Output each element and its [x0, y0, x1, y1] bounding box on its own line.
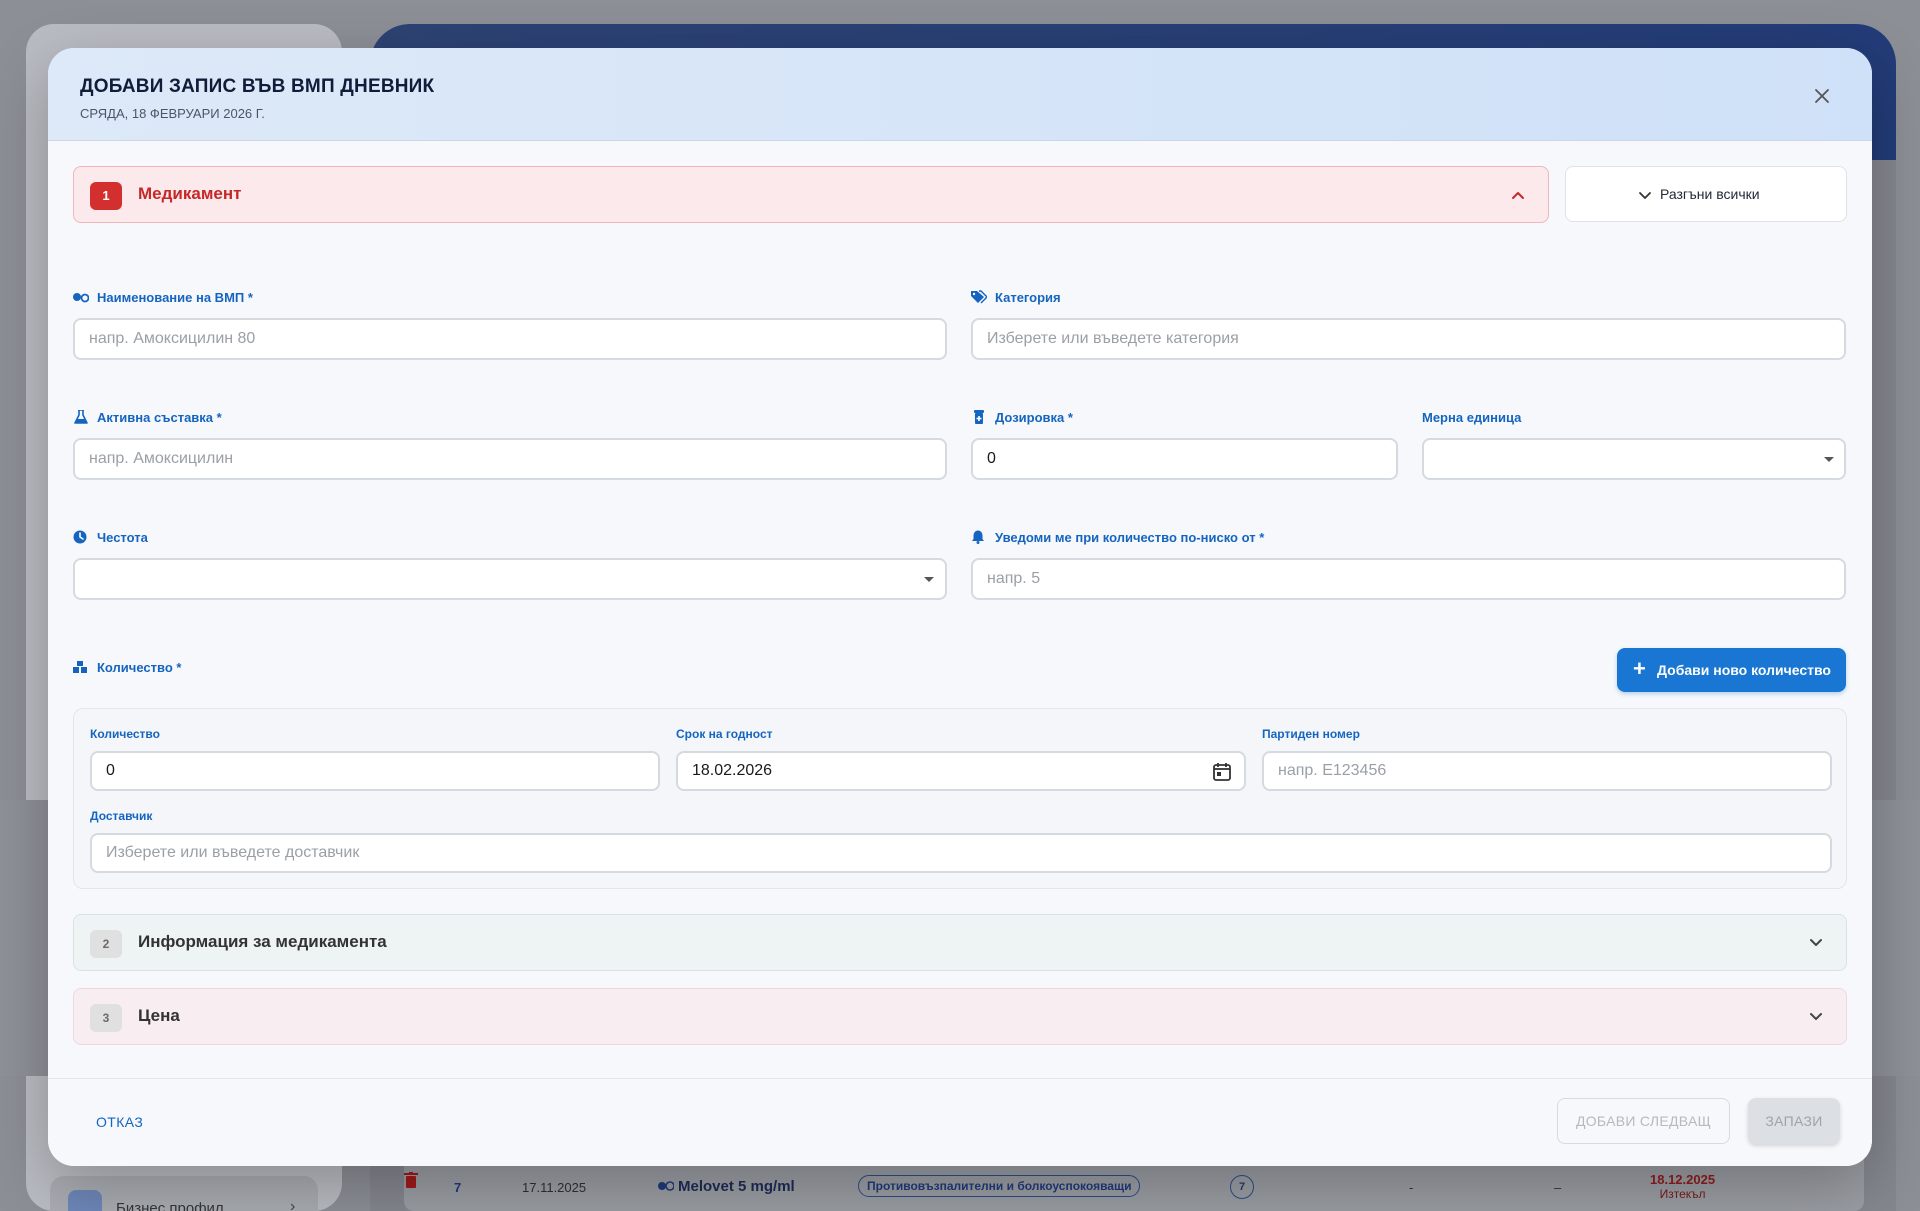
add-next-button[interactable]: ДОБАВИ СЛЕДВАЩ	[1557, 1098, 1730, 1144]
dosage-input[interactable]	[971, 438, 1398, 480]
dosage-label-text: Дозировка *	[995, 410, 1073, 425]
category-label-text: Категория	[995, 290, 1061, 305]
row-count-badge: 7	[1230, 1175, 1254, 1199]
business-profile-icon	[68, 1190, 102, 1211]
quantity-entry-panel: Количество Срок на годност Партиден номе…	[73, 708, 1847, 889]
unit-field-label: Мерна единица	[1422, 410, 1522, 425]
modal-header: ДОБАВИ ЗАПИС ВЪВ ВМП ДНЕВНИК СРЯДА, 18 Ф…	[48, 48, 1872, 141]
expand-all-button[interactable]: Разгъни всички	[1565, 166, 1847, 222]
modal-title: ДОБАВИ ЗАПИС ВЪВ ВМП ДНЕВНИК	[80, 76, 435, 97]
notify-field-label: Уведоми ме при количество по-ниско от *	[971, 530, 1264, 545]
trash-icon	[404, 1172, 418, 1188]
row-name: Melovet 5 mg/ml	[658, 1178, 795, 1195]
dosage-field-label: Дозировка *	[971, 410, 1073, 425]
chevron-up-icon	[1512, 192, 1524, 199]
section-medicament-header[interactable]: 1 Медикамент	[73, 166, 1549, 223]
quantity-sub-label: Количество	[90, 727, 160, 741]
section-price-header[interactable]: 3 Цена	[73, 988, 1847, 1045]
frequency-field-label: Честота	[73, 530, 148, 545]
pill-icon	[658, 1181, 675, 1191]
close-icon[interactable]	[1812, 86, 1832, 106]
save-button[interactable]: ЗАПАЗИ	[1748, 1098, 1840, 1144]
add-record-modal: ДОБАВИ ЗАПИС ВЪВ ВМП ДНЕВНИК СРЯДА, 18 Ф…	[48, 48, 1872, 1166]
flask-icon	[74, 410, 88, 424]
bell-icon	[972, 530, 984, 544]
row-expiry-date: 18.12.2025	[1650, 1172, 1716, 1187]
section-number: 3	[90, 1004, 122, 1032]
chevron-down-icon	[1639, 192, 1651, 199]
row-expiry-status: Изтекъл	[1659, 1187, 1706, 1201]
expiry-date-input[interactable]	[676, 751, 1246, 791]
modal-subtitle: СРЯДА, 18 ФЕВРУАРИ 2026 Г.	[80, 106, 265, 121]
section-number: 2	[90, 930, 122, 958]
row-name-text: Melovet 5 mg/ml	[678, 1178, 795, 1195]
dropdown-arrow-icon	[1824, 457, 1834, 462]
section-medicament-info-header[interactable]: 2 Информация за медикамента	[73, 914, 1847, 971]
add-quantity-button[interactable]: + Добави ново количество	[1617, 648, 1846, 692]
batch-sub-label: Партиден номер	[1262, 727, 1360, 741]
notify-threshold-input[interactable]	[971, 558, 1846, 600]
frequency-select[interactable]	[73, 558, 947, 600]
active-ingredient-input[interactable]	[73, 438, 947, 480]
category-field-label: Категория	[971, 290, 1061, 305]
add-quantity-label: Добави ново количество	[1657, 662, 1831, 678]
active-ingredient-field-label: Активна съставка *	[73, 410, 222, 425]
supplier-sub-label: Доставчик	[90, 809, 153, 823]
row-number: 7	[454, 1180, 462, 1195]
boxes-icon	[73, 661, 87, 673]
quantity-input[interactable]	[90, 751, 660, 791]
batch-number-input[interactable]	[1262, 751, 1832, 791]
frequency-label-text: Честота	[97, 530, 148, 545]
supplier-input[interactable]	[90, 833, 1832, 873]
tags-icon	[971, 290, 987, 304]
expiry-sub-label: Срок на годност	[676, 727, 773, 741]
chevron-right-icon: ›	[290, 1198, 296, 1211]
chevron-down-icon	[1810, 939, 1822, 946]
quantity-label-text: Количество *	[97, 660, 182, 675]
row-date: 17.11.2025	[522, 1180, 587, 1195]
pills-icon	[73, 293, 89, 303]
category-input[interactable]	[971, 318, 1846, 360]
row-expiry: 18.12.2025 Изтекъл	[1650, 1172, 1715, 1201]
section-label: Информация за медикамента	[138, 932, 387, 951]
name-input[interactable]	[73, 318, 947, 360]
unit-select[interactable]	[1422, 438, 1846, 480]
clock-icon	[73, 530, 87, 544]
section-label: Цена	[138, 1006, 180, 1025]
section-number: 1	[90, 182, 122, 210]
name-field-label: Наименование на ВМП *	[73, 290, 253, 305]
name-label-text: Наименование на ВМП *	[97, 290, 253, 305]
row-category-badge: Противовъзпалителни и болкоуспокояващи	[858, 1175, 1141, 1197]
business-profile-label: Бизнес профил	[116, 1200, 224, 1211]
prescription-bottle-icon	[974, 410, 984, 424]
dropdown-arrow-icon	[924, 577, 934, 582]
plus-icon: +	[1633, 656, 1646, 681]
expand-all-label: Разгъни всички	[1660, 186, 1760, 202]
cancel-button[interactable]: ОТКАЗ	[96, 1114, 143, 1130]
section-label: Медикамент	[138, 184, 242, 203]
quantity-section-label: Количество *	[73, 660, 181, 675]
chevron-down-icon	[1810, 1013, 1822, 1020]
calendar-icon[interactable]	[1212, 762, 1232, 782]
table-row: 7 17.11.2025 Melovet 5 mg/ml Противовъзп…	[404, 1172, 1864, 1202]
active-ingredient-label-text: Активна съставка *	[97, 410, 222, 425]
notify-label-text: Уведоми ме при количество по-ниско от *	[995, 530, 1265, 545]
row-value-empty: -	[1409, 1180, 1414, 1195]
row-value-empty: –	[1554, 1180, 1562, 1195]
